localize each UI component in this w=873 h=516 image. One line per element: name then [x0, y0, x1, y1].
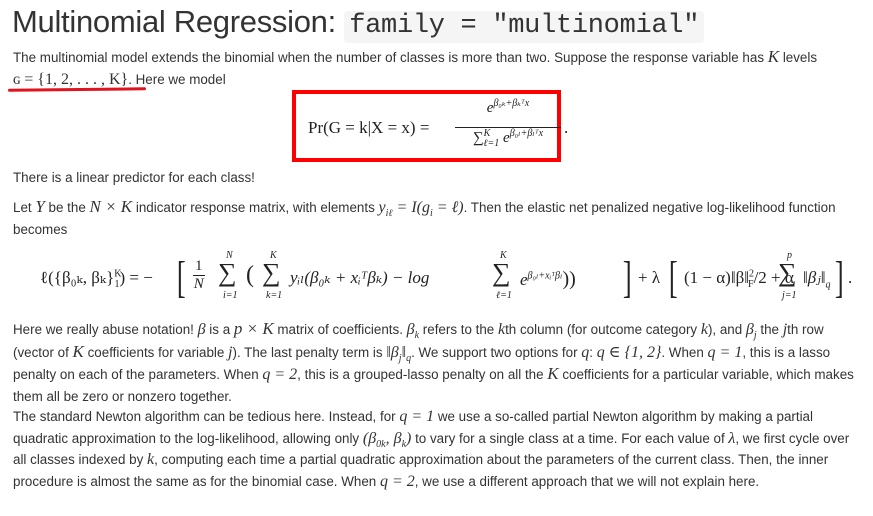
eq2-sum-i: N ∑ i=1	[218, 250, 238, 301]
math-indicator: yiℓ = I(gi = ℓ)	[378, 199, 464, 220]
fraction-denominator: ∑Kℓ=1 eβ₀ₗ+βₗᵀx	[472, 128, 544, 149]
right-bracket-2: ]	[834, 253, 844, 302]
red-underline-annotation	[7, 87, 147, 92]
equation-lhs: Pr(G = k|X = x) =	[308, 118, 430, 137]
heading-code: family = "multinomial"	[344, 11, 705, 43]
eq2-lhs: ℓ({β₀ₖ, βₖ}K1) = −	[40, 268, 153, 291]
paragraph-newton: The standard Newton algorithm can be ted…	[13, 408, 850, 490]
eq2-sum-l: K ∑ ℓ=1	[492, 250, 512, 301]
document-page: Multinomial Regression: family = "multin…	[0, 0, 873, 516]
paragraph-intro: The multinomial model extends the binomi…	[13, 46, 863, 90]
math-Y: Y	[35, 197, 45, 216]
left-bracket: [	[176, 253, 186, 302]
fraction-numerator: eβ₀ₖ+βₖᵀx	[486, 98, 530, 117]
paragraph-indicator-matrix: Let Y be the N × K indicator response ma…	[13, 197, 836, 237]
eq2-paren: (	[246, 262, 254, 288]
eq2-term1: yᵢₗ(β₀ₖ + xᵢᵀβₖ) − log	[290, 268, 430, 287]
eq2-fraction: 1N	[193, 258, 205, 292]
math-K: K	[767, 47, 780, 66]
eq2-penalty2: ‖βⱼ‖q	[803, 268, 831, 291]
eq2-sum-j: p ∑ j=1	[778, 250, 797, 301]
eq2-term2: eβ₀ₗ+xᵢᵀβₗ))	[520, 268, 576, 290]
eq2-period: .	[848, 268, 853, 287]
eq2-lambda: + λ	[638, 268, 661, 287]
section-heading: Multinomial Regression: family = "multin…	[12, 2, 705, 46]
eq2-sum-k: K ∑ k=1	[262, 250, 283, 301]
left-bracket-2: [	[668, 253, 678, 302]
equation-probability: Pr(G = k|X = x) = eβ₀ₖ+βₖᵀx ∑Kℓ=1 eβ₀ₗ+β…	[308, 98, 573, 156]
text: levels	[779, 50, 818, 65]
math-class-set: ɢ = {1, 2, . . . , K}	[13, 70, 129, 88]
paragraph-notation: Here we really abuse notation! β is a p …	[13, 319, 854, 404]
text: . Here we model	[128, 71, 226, 87]
fraction-bar	[455, 127, 561, 128]
equation-period: .	[564, 118, 569, 137]
right-bracket: ]	[622, 253, 632, 302]
heading-text: Multinomial Regression:	[12, 4, 336, 39]
math-NxK: N × K	[89, 197, 133, 216]
text: The multinomial model extends the binomi…	[13, 50, 768, 65]
equation-log-likelihood: ℓ({β₀ₖ, βₖ}K1) = − [ 1N N ∑ i=1 ( K ∑ k=1 yᵢ…	[40, 250, 870, 310]
paragraph-linear-predictor: There is a linear predictor for each cla…	[13, 170, 255, 185]
